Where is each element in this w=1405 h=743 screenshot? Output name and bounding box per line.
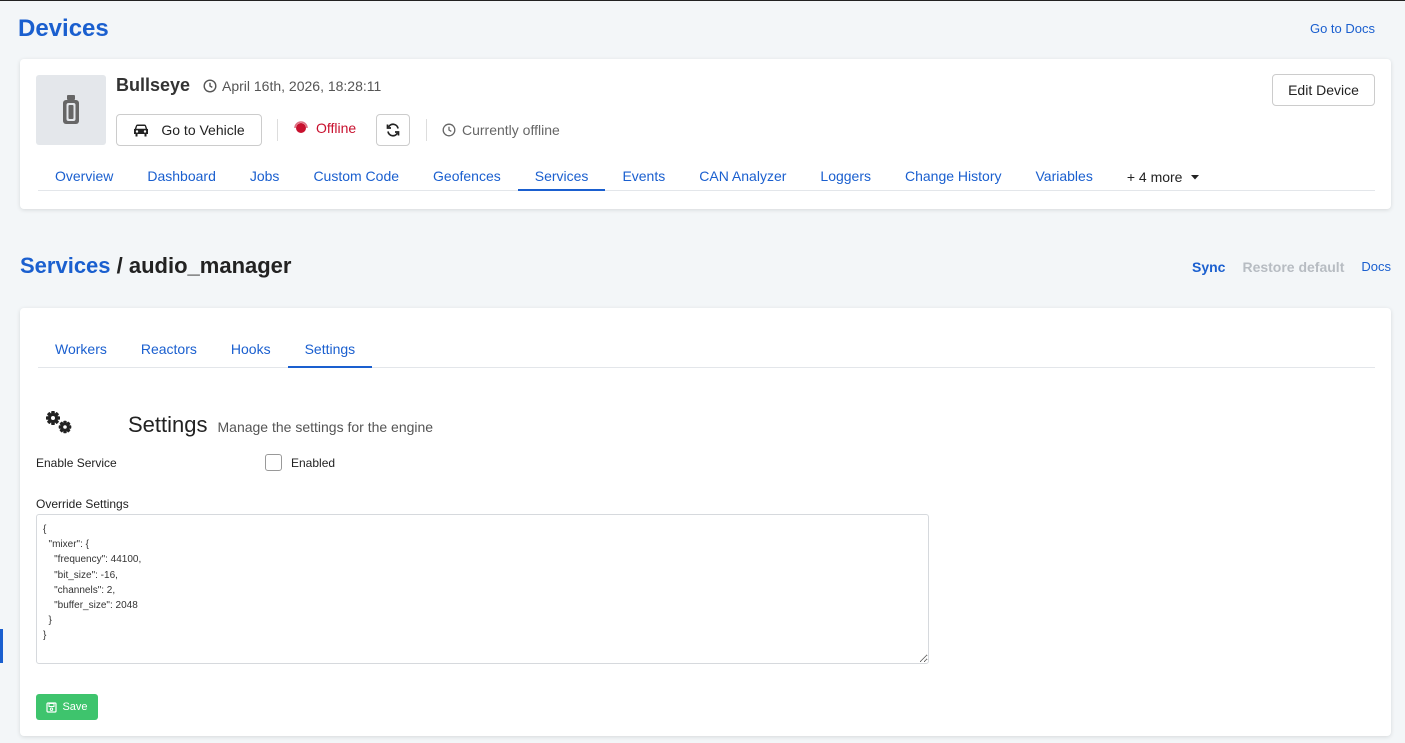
settings-subtitle: Manage the settings for the engine <box>217 419 434 435</box>
go-to-vehicle-button[interactable]: Go to Vehicle <box>116 114 262 146</box>
device-timestamp: April 16th, 2026, 18:28:11 <box>203 78 381 94</box>
offline-status-icon <box>294 121 308 133</box>
page-header: Devices Go to Docs <box>18 13 1375 47</box>
breadcrumb-services-link[interactable]: Services <box>20 253 111 278</box>
device-card: Bullseye April 16th, 2026, 18:28:11 Go t… <box>20 59 1391 209</box>
tab-workers[interactable]: Workers <box>38 336 124 368</box>
breadcrumb-current: audio_manager <box>128 253 292 278</box>
save-button[interactable]: Save <box>36 694 98 720</box>
tab-change-history[interactable]: Change History <box>888 163 1019 191</box>
tab-overview[interactable]: Overview <box>38 163 130 191</box>
sync-button[interactable]: Sync <box>1192 259 1225 275</box>
status-text: Offline <box>316 120 357 136</box>
car-icon <box>134 124 149 136</box>
timestamp-text: April 16th, 2026, 18:28:11 <box>222 78 382 94</box>
refresh-button[interactable] <box>376 114 410 146</box>
tab-can-analyzer[interactable]: CAN Analyzer <box>682 163 803 191</box>
caret-down-icon <box>1191 175 1200 180</box>
go-to-vehicle-label: Go to Vehicle <box>161 122 245 138</box>
tab-geofences[interactable]: Geofences <box>416 163 518 191</box>
offline-note: Currently offline <box>442 122 560 138</box>
enabled-checkbox[interactable] <box>265 454 282 471</box>
tab-events[interactable]: Events <box>605 163 682 191</box>
more-tabs-label: + 4 more <box>1126 169 1183 185</box>
refresh-icon <box>386 123 400 137</box>
tab-reactors[interactable]: Reactors <box>124 336 214 368</box>
divider <box>426 119 427 141</box>
device-thumbnail <box>36 75 106 145</box>
usb-stick-icon <box>63 95 79 124</box>
tab-loggers[interactable]: Loggers <box>803 163 888 191</box>
tab-custom-code[interactable]: Custom Code <box>296 163 416 191</box>
tab-variables[interactable]: Variables <box>1019 163 1110 191</box>
breadcrumb-separator: / <box>110 253 129 278</box>
tab-settings[interactable]: Settings <box>287 336 373 368</box>
divider <box>277 119 278 141</box>
clock-icon <box>442 123 456 137</box>
enable-service-label: Enable Service <box>36 456 117 470</box>
tab-services[interactable]: Services <box>517 163 606 191</box>
device-name: Bullseye <box>116 75 191 95</box>
docs-link[interactable]: Docs <box>1361 259 1391 275</box>
go-to-docs-link[interactable]: Go to Docs <box>1310 21 1375 36</box>
enabled-checkbox-row[interactable]: Enabled <box>265 454 335 471</box>
tab-dashboard[interactable]: Dashboard <box>130 163 233 191</box>
service-card: Workers Reactors Hooks Settings Settings… <box>20 308 1391 736</box>
settings-title: Settings <box>128 412 208 437</box>
clock-icon <box>203 79 217 93</box>
status-badge: Offline <box>292 119 356 137</box>
enabled-checkbox-label: Enabled <box>291 455 336 470</box>
override-settings-label: Override Settings <box>36 497 129 511</box>
gears-icon <box>44 408 74 438</box>
save-icon <box>46 701 58 713</box>
tab-hooks[interactable]: Hooks <box>214 336 288 368</box>
service-actions: Sync Restore default Docs <box>1192 259 1391 275</box>
left-active-indicator <box>0 629 3 663</box>
edit-device-button[interactable]: Edit Device <box>1272 74 1375 106</box>
offline-note-text: Currently offline <box>462 122 560 138</box>
breadcrumb: Services / audio_manager <box>20 253 291 279</box>
tab-jobs[interactable]: Jobs <box>233 163 297 191</box>
service-tabs: Workers Reactors Hooks Settings <box>38 336 1375 368</box>
save-label: Save <box>62 701 88 713</box>
settings-heading: Settings Manage the settings for the eng… <box>44 408 433 438</box>
device-tabs: Overview Dashboard Jobs Custom Code Geof… <box>38 163 1375 191</box>
page-title: Devices <box>18 15 109 42</box>
override-settings-textarea[interactable] <box>36 514 929 664</box>
tab-more-dropdown[interactable]: + 4 more <box>1110 163 1220 191</box>
restore-default-button[interactable]: Restore default <box>1242 259 1344 275</box>
